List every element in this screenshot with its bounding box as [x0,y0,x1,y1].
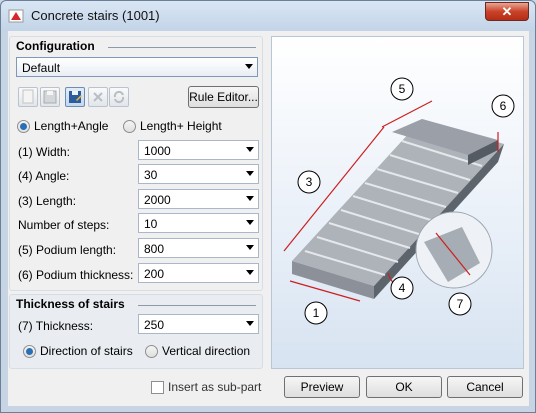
angle-value: 30 [144,168,158,182]
podium-length-value: 800 [144,242,165,256]
configuration-value: Default [22,61,61,75]
app-icon [8,9,24,23]
param-label: Number of steps: [18,218,110,232]
dialog-window: Concrete stairs (1001) ✕ Configuration D… [0,0,536,413]
callout-5-label: 5 [399,82,406,96]
group-divider [108,47,256,48]
insert-subpart-checkbox[interactable] [151,381,164,394]
angle-dropdown[interactable]: 30 [138,164,259,184]
chevron-down-icon [246,171,254,176]
thickness-label: (7) Thickness: [18,319,94,333]
thickness-header: Thickness of stairs [16,297,125,311]
podium-thickness-dropdown[interactable]: 200 [138,263,259,283]
param-label: (6) Podium thickness: [18,268,134,282]
direction-of-stairs-label: Direction of stairs [40,344,133,358]
delete-icon[interactable] [88,87,108,107]
length-value: 2000 [144,193,171,207]
thickness-dropdown[interactable]: 250 [138,314,259,334]
steps-value: 10 [144,217,158,231]
vertical-direction-radio[interactable] [145,345,158,358]
chevron-down-icon [246,321,254,326]
length-angle-radio[interactable] [17,120,30,133]
refresh-icon[interactable] [109,87,129,107]
preview-button[interactable]: Preview [284,376,360,398]
thickness-group: Thickness of stairs (7) Thickness: 250 D… [9,294,263,369]
chevron-down-icon [246,220,254,225]
cancel-button[interactable]: Cancel [447,376,523,398]
length-dropdown[interactable]: 2000 [138,189,259,209]
chevron-down-icon [246,147,254,152]
param-label: (3) Length: [18,194,77,208]
title-bar[interactable]: Concrete stairs (1001) ✕ [1,1,535,31]
callout-4-label: 4 [399,281,406,295]
insert-subpart-label: Insert as sub-part [168,380,262,394]
new-icon[interactable] [18,87,38,107]
callout-3-label: 3 [306,175,313,189]
save-as-icon[interactable] [65,87,85,107]
param-label: (4) Angle: [18,169,70,183]
configuration-dropdown[interactable]: Default [16,57,258,77]
chevron-down-icon [246,196,254,201]
rule-editor-button[interactable]: Rule Editor... [188,86,259,108]
thickness-value: 250 [144,318,165,332]
ok-button[interactable]: OK [366,376,442,398]
callout-6-label: 6 [500,99,507,113]
vertical-direction-label: Vertical direction [162,344,251,358]
direction-of-stairs-radio[interactable] [23,345,36,358]
configuration-header: Configuration [16,39,95,53]
length-angle-label: Length+Angle [34,119,109,133]
callout-1-label: 1 [313,306,320,320]
close-button[interactable]: ✕ [485,2,529,21]
podium-length-dropdown[interactable]: 800 [138,238,259,258]
save-icon[interactable] [40,87,60,107]
configuration-group: Configuration Default Rule Editor... Len… [9,36,263,291]
steps-dropdown[interactable]: 10 [138,213,259,233]
stairs-preview: 1 3 4 5 6 7 [271,36,524,369]
length-height-radio[interactable] [123,120,136,133]
param-label: (1) Width: [18,145,71,159]
window-title: Concrete stairs (1001) [31,8,160,23]
dialog-client: Configuration Default Rule Editor... Len… [8,31,529,406]
parameters-panel: Configuration Default Rule Editor... Len… [9,36,263,369]
length-height-label: Length+ Height [140,119,222,133]
chevron-down-icon [246,245,254,250]
stairs-diagram: 1 3 4 5 6 7 [283,77,515,325]
param-label: (5) Podium length: [18,243,117,257]
chevron-down-icon [246,270,254,275]
callout-7-label: 7 [457,297,464,311]
group-divider [138,305,256,306]
width-dropdown[interactable]: 1000 [138,140,259,160]
width-value: 1000 [144,144,171,158]
chevron-down-icon [245,64,253,69]
podium-thickness-value: 200 [144,267,165,281]
